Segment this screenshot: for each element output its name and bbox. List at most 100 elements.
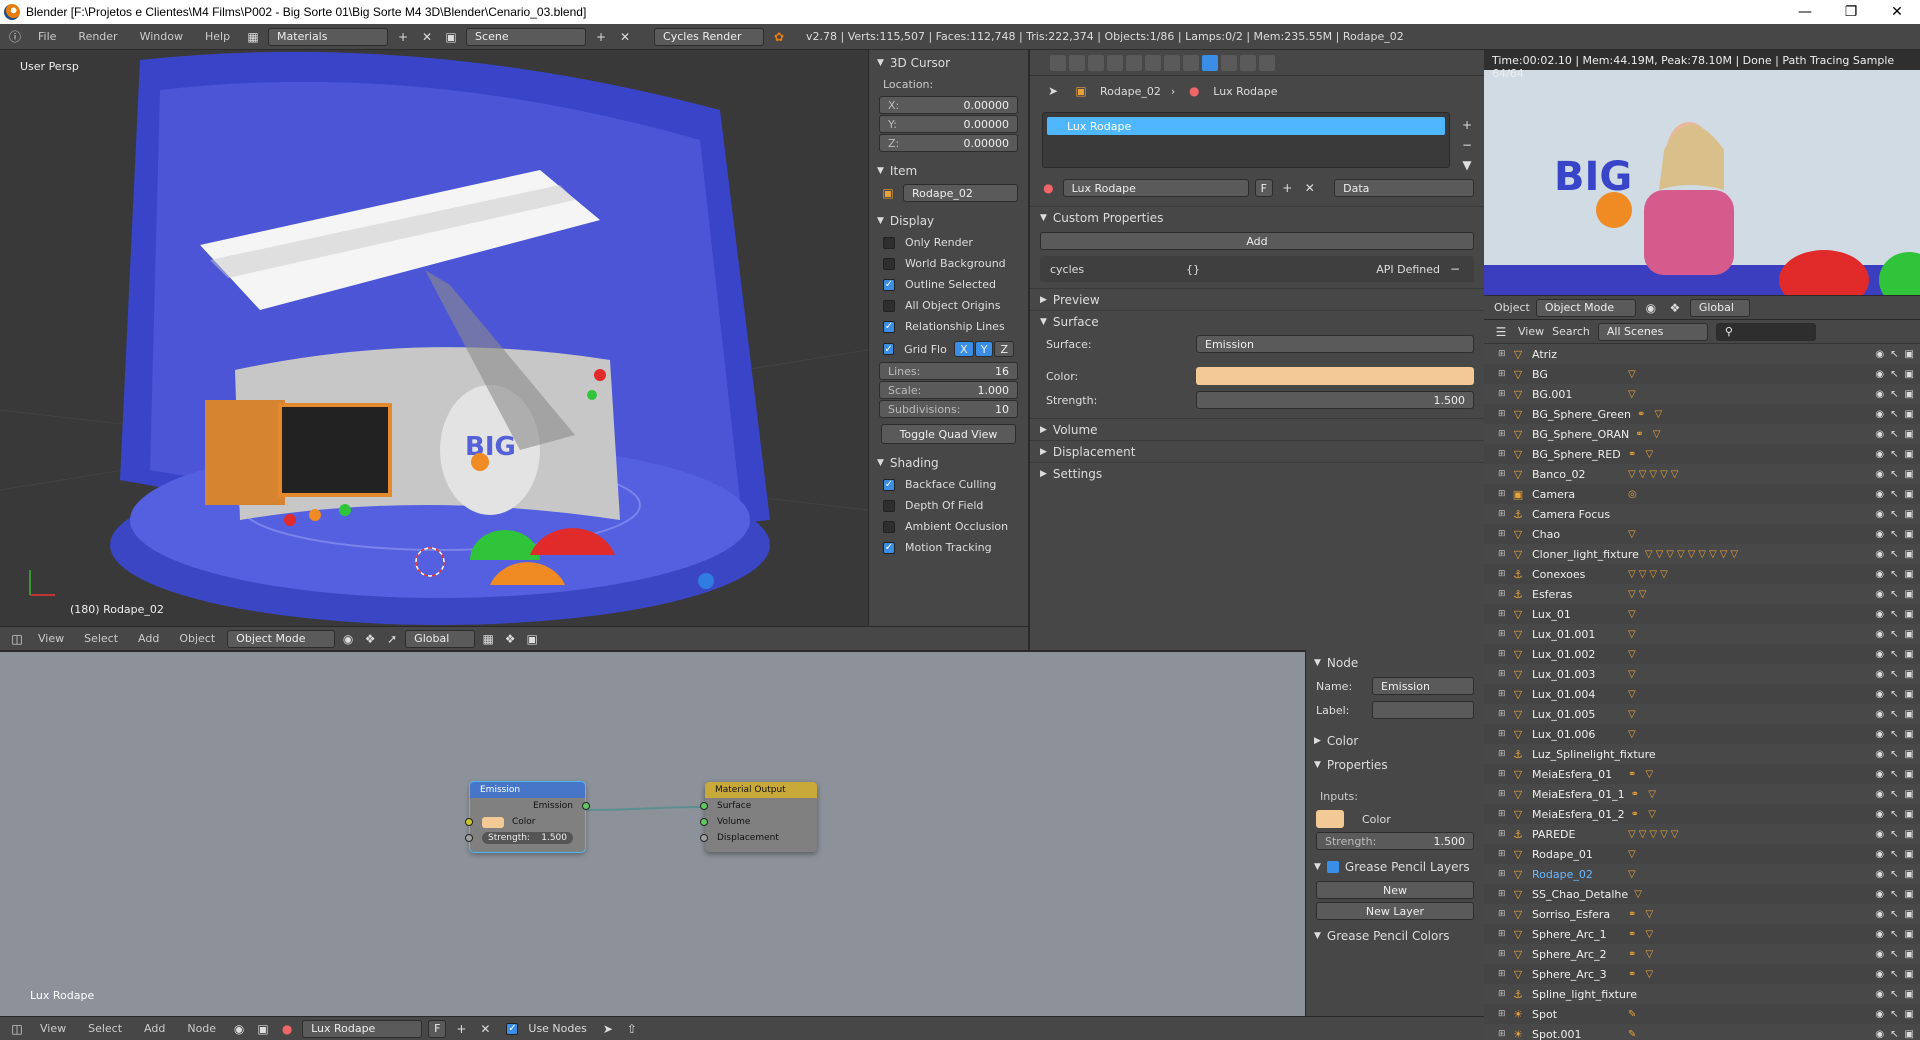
tab-data-icon[interactable] [1183,54,1199,71]
visibility-eye-icon[interactable]: ◉ [1875,989,1884,1000]
outliner-row[interactable]: ⊞ ▽ MeiaEsfera_01_2 ⚭ ▽ ◉ ↖ ▣ [1484,804,1920,824]
selectable-arrow-icon[interactable]: ↖ [1890,989,1898,1000]
settings-header[interactable]: ▶ Settings [1030,462,1484,484]
outliner-item-name[interactable]: Sphere_Arc_3 [1532,968,1622,981]
shading-check-1[interactable]: Depth Of Field [869,495,1028,516]
gp-new-button[interactable]: New [1316,881,1474,899]
renderable-camera-icon[interactable]: ▣ [1905,589,1914,600]
render-icon[interactable]: ▣ [523,630,541,648]
unlink-material-icon[interactable]: ✕ [1302,179,1319,197]
outliner-item-name[interactable]: Rodape_01 [1532,848,1622,861]
menu-window[interactable]: Window [132,30,191,43]
outliner-item-name[interactable]: Spline_light_fixture [1532,988,1637,1001]
menu-object[interactable]: Object [171,632,223,645]
tab-physics-icon[interactable] [1259,54,1275,71]
selectable-arrow-icon[interactable]: ↖ [1890,949,1898,960]
outliner-row[interactable]: ⊞ ▽ MeiaEsfera_01_1 ⚭ ▽ ◉ ↖ ▣ [1484,784,1920,804]
cursor-y-field[interactable]: Y: 0.00000 [879,115,1018,133]
node-color-swatch[interactable] [482,816,504,828]
selectable-arrow-icon[interactable]: ↖ [1890,909,1898,920]
material-output-header[interactable]: Material Output [705,782,817,798]
selectable-arrow-icon[interactable]: ↖ [1890,389,1898,400]
selectable-arrow-icon[interactable]: ↖ [1890,1009,1898,1020]
expand-icon[interactable]: ⊞ [1498,829,1510,839]
pin-icon[interactable]: ➤ [1044,82,1062,100]
selectable-arrow-icon[interactable]: ↖ [1890,969,1898,980]
outliner-row[interactable]: ⊞ ▽ Sphere_Arc_3 ⚭ ▽ ◉ ↖ ▣ [1484,964,1920,984]
slot-menu-icon[interactable]: ▼ [1458,156,1476,174]
expand-icon[interactable]: ⊞ [1498,749,1510,759]
emission-output-socket[interactable] [582,802,590,810]
renderable-camera-icon[interactable]: ▣ [1905,689,1914,700]
outliner-row[interactable]: ⊞ ⚓ Conexoes ▽▽▽▽ ◉ ↖ ▣ [1484,564,1920,584]
parent-node-icon[interactable]: ⇧ [623,1020,641,1038]
outliner-item-name[interactable]: Chao [1532,528,1622,541]
side-color-swatch[interactable] [1316,810,1344,828]
surface-header[interactable]: ▼ Surface [1030,310,1484,332]
outliner-item-name[interactable]: Lux_01.006 [1532,728,1622,741]
gp-new-layer-button[interactable]: New Layer [1316,902,1474,920]
selectable-arrow-icon[interactable]: ↖ [1890,729,1898,740]
outliner-item-name[interactable]: BG_Sphere_Green [1532,408,1631,421]
outliner-item-name[interactable]: BG.001 [1532,388,1622,401]
visibility-eye-icon[interactable]: ◉ [1875,409,1884,420]
cursor-z-field[interactable]: Z: 0.00000 [879,134,1018,152]
visibility-eye-icon[interactable]: ◉ [1875,609,1884,620]
transform-orientation-select[interactable]: Global [405,629,476,648]
editor-type-icon[interactable]: ◫ [8,630,26,648]
visibility-eye-icon[interactable]: ◉ [1875,349,1884,360]
visibility-eye-icon[interactable]: ◉ [1875,1029,1884,1040]
node-label-field[interactable] [1372,701,1474,719]
material-slot-selected[interactable]: Lux Rodape [1047,117,1445,135]
expand-icon[interactable]: ⊞ [1498,769,1510,779]
visibility-eye-icon[interactable]: ◉ [1875,829,1884,840]
selectable-arrow-icon[interactable]: ↖ [1890,529,1898,540]
object-nodes-icon[interactable]: ▣ [254,1020,272,1038]
outliner-row[interactable]: ⊞ ▽ Lux_01.001 ▽ ◉ ↖ ▣ [1484,624,1920,644]
expand-icon[interactable]: ⊞ [1498,469,1510,479]
tab-modifiers-icon[interactable] [1164,54,1180,71]
selectable-arrow-icon[interactable]: ↖ [1890,769,1898,780]
strength-input-socket[interactable] [465,834,473,842]
renderable-camera-icon[interactable]: ▣ [1905,749,1914,760]
emission-node-header[interactable]: Emission [470,782,585,798]
tab-layers-icon[interactable] [1069,54,1085,71]
minimize-icon[interactable]: — [1782,4,1828,20]
outliner-item-name[interactable]: MeiaEsfera_01_1 [1532,788,1625,801]
node-editor[interactable]: Emission Emission Color Strength: 1.500 … [0,650,1305,1016]
visibility-eye-icon[interactable]: ◉ [1875,629,1884,640]
selectable-arrow-icon[interactable]: ↖ [1890,889,1898,900]
outliner-item-name[interactable]: Spot [1532,1008,1622,1021]
selectable-arrow-icon[interactable]: ↖ [1890,829,1898,840]
renderable-camera-icon[interactable]: ▣ [1905,889,1914,900]
outliner-row[interactable]: ⊞ ☀ Spot ✎ ◉ ↖ ▣ [1484,1004,1920,1024]
outliner-row[interactable]: ⊞ ▽ MeiaEsfera_01 ⚭ ▽ ◉ ↖ ▣ [1484,764,1920,784]
visibility-eye-icon[interactable]: ◉ [1875,709,1884,720]
visibility-eye-icon[interactable]: ◉ [1875,669,1884,680]
pivot-point-icon[interactable]: ❖ [361,630,379,648]
link-select[interactable]: Data [1334,179,1474,197]
selectable-arrow-icon[interactable]: ↖ [1890,409,1898,420]
outliner-item-name[interactable]: Esferas [1532,588,1622,601]
renderable-camera-icon[interactable]: ▣ [1905,769,1914,780]
outliner-row[interactable]: ⊞ ▽ Chao ▽ ◉ ↖ ▣ [1484,524,1920,544]
grid-scale-field[interactable]: Scale: 1.000 [879,381,1018,399]
snap-icon[interactable]: ❖ [501,630,519,648]
shader-nodes-icon[interactable]: ◉ [230,1020,248,1038]
visibility-eye-icon[interactable]: ◉ [1875,549,1884,560]
outliner-row[interactable]: ⊞ ☀ Spot.001 ✎ ◉ ↖ ▣ [1484,1024,1920,1040]
expand-icon[interactable]: ⊞ [1498,389,1510,399]
renderable-camera-icon[interactable]: ▣ [1905,849,1914,860]
selectable-arrow-icon[interactable]: ↖ [1890,869,1898,880]
color-swatch[interactable] [1196,367,1474,385]
visibility-eye-icon[interactable]: ◉ [1875,969,1884,980]
expand-icon[interactable]: ⊞ [1498,449,1510,459]
material-slot-list[interactable]: Lux Rodape [1042,112,1450,168]
expand-icon[interactable]: ⊞ [1498,529,1510,539]
expand-icon[interactable]: ⊞ [1498,509,1510,519]
renderable-camera-icon[interactable]: ▣ [1905,429,1914,440]
grid-axis-y[interactable]: Y [974,341,994,357]
renderable-camera-icon[interactable]: ▣ [1905,929,1914,940]
visibility-eye-icon[interactable]: ◉ [1875,469,1884,480]
visibility-eye-icon[interactable]: ◉ [1875,949,1884,960]
